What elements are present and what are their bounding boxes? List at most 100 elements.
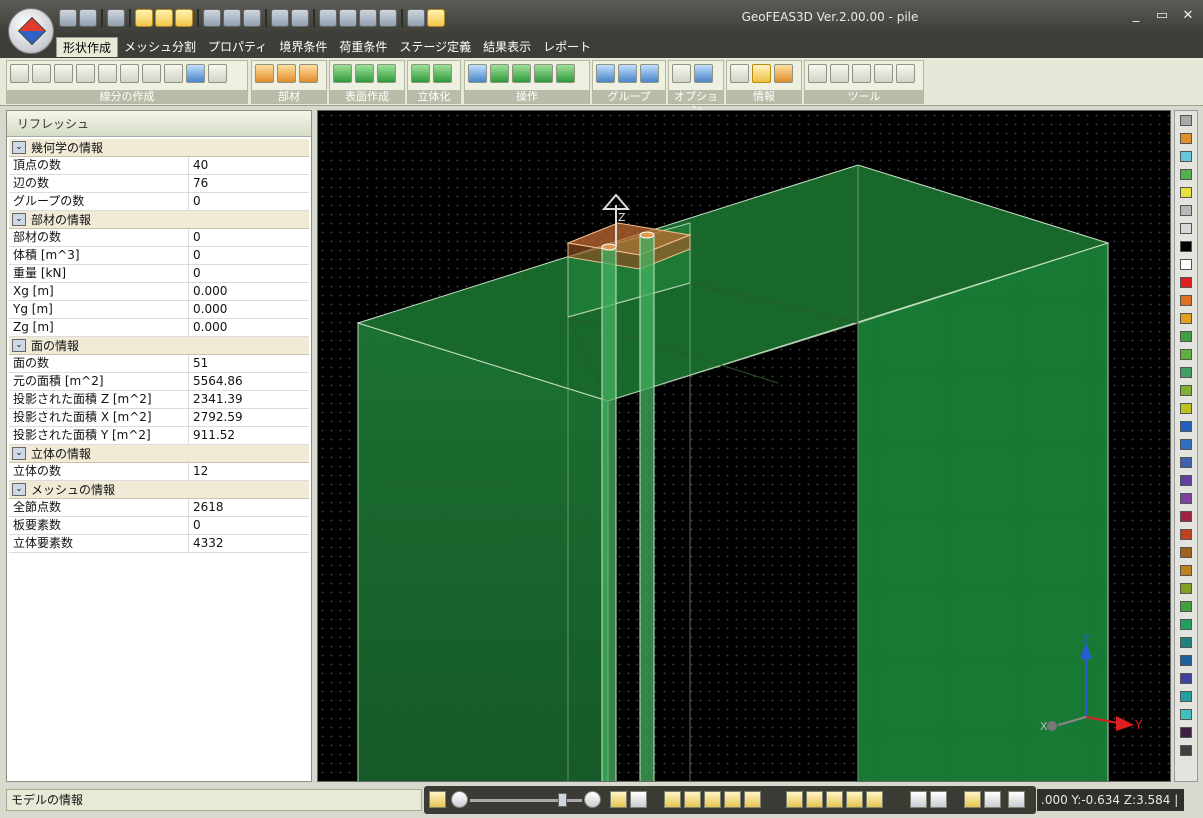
camera-icon[interactable]	[271, 9, 289, 27]
intersect-icon[interactable]	[164, 64, 183, 83]
color-swatch[interactable]	[1180, 187, 1192, 198]
import-icon[interactable]	[208, 64, 227, 83]
solid-wedge-icon[interactable]	[433, 64, 452, 83]
close-button[interactable]: ✕	[1181, 9, 1195, 23]
settings-icon[interactable]	[874, 64, 893, 83]
menu-tab-0[interactable]: 形状作成	[56, 37, 119, 57]
color-swatch[interactable]	[1180, 529, 1192, 540]
color-swatch[interactable]	[1180, 403, 1192, 414]
pick-icon[interactable]	[774, 64, 793, 83]
grid-icon[interactable]	[694, 64, 713, 83]
app-logo-button[interactable]	[8, 8, 54, 54]
display-mode-icon[interactable]	[243, 9, 261, 27]
solid-copy-icon[interactable]	[490, 64, 509, 83]
snap-line-icon[interactable]	[684, 791, 701, 808]
color-swatch[interactable]	[1180, 421, 1192, 432]
snap-icon[interactable]	[672, 64, 691, 83]
section-header[interactable]: ⌄ 幾何学の情報	[9, 139, 309, 157]
filter-all-icon[interactable]	[866, 791, 883, 808]
display-shade-icon[interactable]	[930, 791, 947, 808]
view-cube-icon[interactable]	[203, 9, 221, 27]
menu-tab-1[interactable]: メッシュ分割	[118, 37, 202, 57]
color-swatch[interactable]	[1180, 619, 1192, 630]
menu-tab-5[interactable]: ステージ定義	[393, 37, 477, 57]
split-icon[interactable]	[142, 64, 161, 83]
menu-tab-7[interactable]: レポート	[537, 37, 597, 57]
hand-icon[interactable]	[610, 791, 627, 808]
zoom-icon[interactable]	[319, 9, 337, 27]
eraser-icon[interactable]	[808, 64, 827, 83]
surface-icon[interactable]	[333, 64, 352, 83]
light-1-icon[interactable]	[135, 9, 153, 27]
undo-icon[interactable]	[830, 64, 849, 83]
ellipse-icon[interactable]	[98, 64, 117, 83]
surface-sweep-icon[interactable]	[377, 64, 396, 83]
color-swatch[interactable]	[1180, 439, 1192, 450]
layer-icon[interactable]	[964, 791, 981, 808]
beam-icon[interactable]	[255, 64, 274, 83]
open-file-icon[interactable]	[59, 9, 77, 27]
help-icon[interactable]	[896, 64, 915, 83]
rotate-icon[interactable]	[379, 9, 397, 27]
screenshot-icon[interactable]	[291, 9, 309, 27]
polyline-icon[interactable]	[10, 64, 29, 83]
color-swatch[interactable]	[1180, 727, 1192, 738]
display-wire-icon[interactable]	[910, 791, 927, 808]
spline-icon[interactable]	[120, 64, 139, 83]
color-swatch[interactable]	[1180, 295, 1192, 306]
beam-edit-icon[interactable]	[299, 64, 318, 83]
snap-solid-icon[interactable]	[744, 791, 761, 808]
color-swatch[interactable]	[1180, 115, 1192, 126]
model-info-icon[interactable]	[752, 64, 771, 83]
solid-box-icon[interactable]	[411, 64, 430, 83]
save-file-icon[interactable]	[79, 9, 97, 27]
color-swatch[interactable]	[1180, 709, 1192, 720]
collapse-chevron-icon[interactable]: ⌄	[12, 141, 26, 154]
color-swatch[interactable]	[1180, 655, 1192, 666]
menu-tab-4[interactable]: 荷重条件	[333, 37, 393, 57]
color-swatch[interactable]	[1180, 457, 1192, 468]
color-swatch[interactable]	[1180, 475, 1192, 486]
collapse-chevron-icon[interactable]: ⌄	[12, 339, 26, 352]
beam-delete-icon[interactable]	[277, 64, 296, 83]
zoom-window-icon[interactable]	[339, 9, 357, 27]
arc-icon[interactable]	[54, 64, 73, 83]
zoom-out-icon[interactable]	[451, 791, 468, 808]
color-swatch[interactable]	[1180, 745, 1192, 756]
color-swatch[interactable]	[1180, 547, 1192, 558]
3d-viewport[interactable]: Z Z Y X	[317, 110, 1171, 782]
color-swatch[interactable]	[1180, 151, 1192, 162]
surface-extrude-icon[interactable]	[355, 64, 374, 83]
menu-tab-2[interactable]: プロパティ	[202, 37, 273, 57]
filter-solid-icon[interactable]	[846, 791, 863, 808]
section-header[interactable]: ⌄ 面の情報	[9, 337, 309, 355]
color-swatch[interactable]	[1180, 241, 1192, 252]
grid-points-icon[interactable]	[186, 64, 205, 83]
list-icon[interactable]	[984, 791, 1001, 808]
color-swatch[interactable]	[1180, 313, 1192, 324]
color-swatch[interactable]	[1180, 367, 1192, 378]
redo-icon[interactable]	[852, 64, 871, 83]
refresh-button[interactable]: リフレッシュ	[7, 111, 311, 137]
color-swatch[interactable]	[1180, 691, 1192, 702]
color-swatch[interactable]	[1180, 511, 1192, 522]
maximize-button[interactable]: ▭	[1155, 9, 1169, 23]
group-edit-icon[interactable]	[640, 64, 659, 83]
color-swatch[interactable]	[1180, 331, 1192, 342]
section-header[interactable]: ⌄ メッシュの情報	[9, 481, 309, 499]
color-swatch[interactable]	[1180, 385, 1192, 396]
measure-icon[interactable]	[730, 64, 749, 83]
solid-join-icon[interactable]	[556, 64, 575, 83]
zoom-slider-thumb[interactable]	[558, 793, 567, 807]
color-swatch[interactable]	[1180, 637, 1192, 648]
fit-view-icon[interactable]	[429, 791, 446, 808]
minimize-button[interactable]: _	[1129, 9, 1143, 23]
color-swatch[interactable]	[1180, 349, 1192, 360]
collapse-chevron-icon[interactable]: ⌄	[12, 213, 26, 226]
menu-tab-6[interactable]: 結果表示	[477, 37, 537, 57]
snap-edge-icon[interactable]	[704, 791, 721, 808]
pan-icon[interactable]	[359, 9, 377, 27]
solid-move-icon[interactable]	[534, 64, 553, 83]
color-swatch[interactable]	[1180, 205, 1192, 216]
filter-node-icon[interactable]	[786, 791, 803, 808]
